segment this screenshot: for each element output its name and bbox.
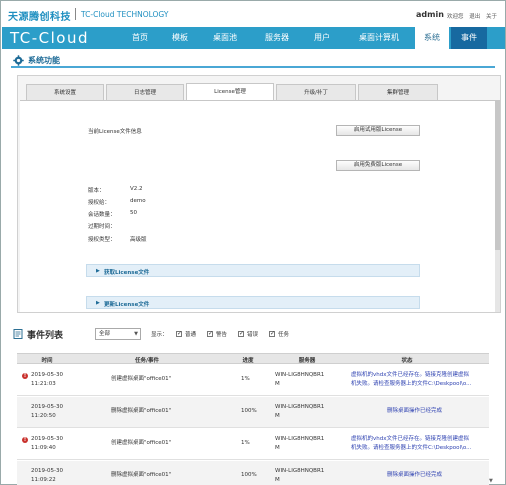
filter-warning-checkbox[interactable]: 警告	[207, 330, 227, 338]
filter-error-checkbox[interactable]: 错误	[238, 330, 258, 338]
checkbox-icon	[176, 330, 182, 337]
license-content: 当前License文件信息 启用试用版License 启用免费版License …	[20, 100, 500, 312]
table-row[interactable]: ! 2019-05-30 11:09:40 创建虚拟桌面"office01" 1…	[17, 429, 489, 460]
enable-free-license-button[interactable]: 启用免费版License	[336, 160, 420, 171]
current-user: admin	[416, 10, 444, 19]
page: 天源腾创科技 TC-Cloud TECHNOLOGY admin 欢迎您 退出 …	[0, 0, 506, 485]
nav-item-templates[interactable]: 模板	[161, 27, 199, 49]
checkbox-icon	[207, 330, 213, 337]
nav-item-users[interactable]: 用户	[304, 27, 340, 49]
tab-log-management[interactable]: 日志管理	[106, 84, 184, 100]
info-expire-time: 过期时间：	[88, 224, 116, 230]
tab-license-management[interactable]: License管理	[186, 83, 274, 100]
error-icon: !	[22, 437, 28, 443]
info-version: 版本： V2.2	[88, 186, 143, 194]
event-list-title: 事件列表	[27, 331, 64, 341]
top-header: 天源腾创科技 TC-Cloud TECHNOLOGY admin 欢迎您 退出 …	[2, 3, 505, 23]
document-icon	[13, 329, 23, 339]
checkbox-icon	[269, 330, 275, 337]
nav-item-system[interactable]: 系统	[415, 27, 449, 49]
expand-arrow-icon: ▶	[96, 268, 100, 274]
enable-trial-license-button[interactable]: 启用试用版License	[336, 125, 420, 136]
col-server: 服务器	[298, 358, 316, 364]
tab-bar: 系统设置 日志管理 License管理 升级/补丁 集群管理	[20, 83, 472, 100]
error-icon: !	[22, 373, 28, 379]
system-panel: 系统设置 日志管理 License管理 升级/补丁 集群管理 当前License…	[17, 75, 501, 313]
expand-arrow-icon: ▶	[96, 300, 100, 306]
update-license-file-section[interactable]: ▶ 更新License文件	[86, 296, 420, 309]
logout-link[interactable]: 退出	[469, 14, 480, 20]
table-row[interactable]: 2019-05-30 11:09:22 删除虚拟桌面"office01" 100…	[17, 461, 489, 485]
col-task: 任务/事件	[134, 358, 159, 364]
tab-cluster-management[interactable]: 集群管理	[358, 84, 438, 100]
scroll-down-icon[interactable]: ▼	[489, 478, 493, 484]
section-title: 系统功能	[28, 56, 60, 65]
filter-normal-checkbox[interactable]: 普通	[176, 330, 196, 338]
table-header: 时间 任务/事件 进度 服务器 状态	[17, 353, 489, 364]
nav-brand: TC-Cloud	[10, 29, 90, 47]
top-links: 欢迎您 退出 关于	[447, 12, 501, 20]
welcome-text: 欢迎您	[447, 14, 464, 20]
checkbox-icon	[238, 330, 244, 337]
nav-item-desktop-computers[interactable]: 桌面计算机	[344, 27, 414, 49]
panel-scrollbar[interactable]	[495, 100, 500, 312]
info-licensed-to: 授权给： demo	[88, 198, 146, 206]
scrollbar-thumb[interactable]	[495, 100, 500, 250]
section-header: 系统功能	[11, 54, 495, 68]
nav-item-events[interactable]: 事件	[451, 27, 487, 49]
col-time: 时间	[41, 358, 53, 364]
logo-divider	[75, 8, 76, 20]
show-label: 显示：	[151, 332, 168, 338]
tab-upgrade-patch[interactable]: 升级/补丁	[276, 84, 356, 100]
nav-item-home[interactable]: 首页	[121, 27, 159, 49]
gear-icon	[13, 55, 24, 66]
event-list-header: 事件列表 全部 ▼ 显示： 普通 警告 错误 任务	[11, 326, 497, 342]
chevron-down-icon: ▼	[134, 331, 138, 337]
table-row[interactable]: ! 2019-05-30 11:21:03 创建虚拟桌面"office01" 1…	[17, 365, 489, 396]
nav-item-servers[interactable]: 服务器	[253, 27, 301, 49]
tab-system-settings[interactable]: 系统设置	[26, 84, 104, 100]
about-link[interactable]: 关于	[486, 14, 497, 20]
col-status: 状态	[401, 358, 413, 364]
info-license-type: 授权类型： 高级版	[88, 237, 147, 243]
info-session-count: 会话数量： 50	[88, 210, 137, 218]
current-license-label: 当前License文件信息	[88, 129, 142, 135]
brand-cn-logo: 天源腾创科技	[8, 12, 71, 23]
brand-en-logo: TC-Cloud TECHNOLOGY	[81, 10, 169, 19]
nav-item-desktop-pool[interactable]: 桌面池	[201, 27, 249, 49]
get-license-file-section[interactable]: ▶ 获取License文件	[86, 264, 420, 277]
table-row[interactable]: 2019-05-30 11:20:50 删除虚拟桌面"office01" 100…	[17, 397, 489, 428]
filter-task-checkbox[interactable]: 任务	[269, 330, 289, 338]
event-filter-select[interactable]: 全部 ▼	[95, 328, 141, 340]
col-progress: 进度	[242, 358, 254, 364]
main-nav: TC-Cloud 首页 模板 桌面池 服务器 用户 桌面计算机 系统 事件	[2, 27, 505, 49]
